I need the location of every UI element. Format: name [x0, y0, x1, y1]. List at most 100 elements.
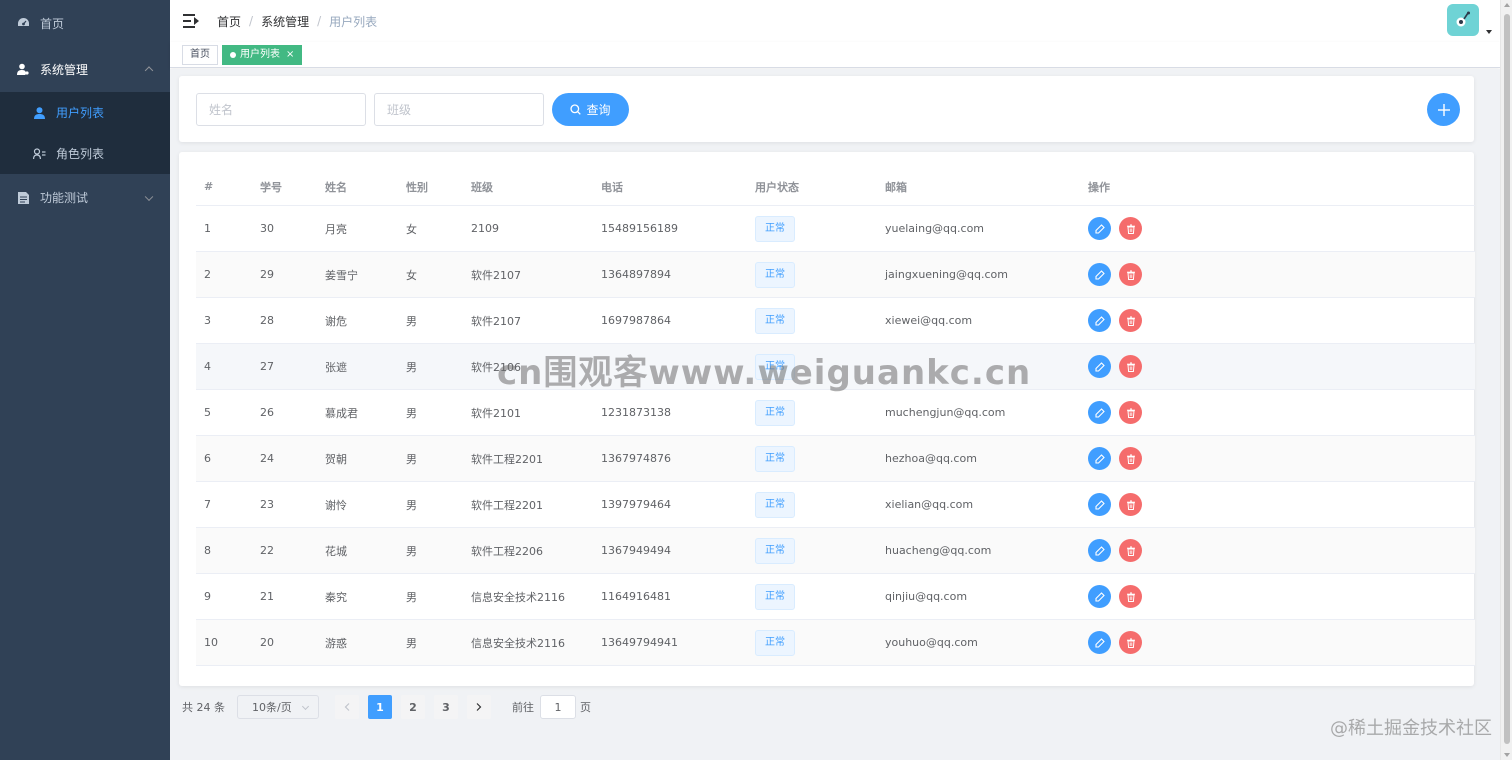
student-name: 慕成君 — [325, 406, 358, 420]
delete-button[interactable] — [1119, 493, 1142, 516]
tags-view: 首页 用户列表 × — [170, 42, 1500, 68]
goto-page-input[interactable] — [540, 695, 576, 719]
main-content: 查询 # 学号 姓名 性别 班级 电话 用户状态 邮箱 操作 130月亮女210… — [170, 69, 1500, 760]
breadcrumb-home[interactable]: 首页 — [217, 13, 241, 30]
class-search-input[interactable] — [374, 93, 544, 126]
scrollbar-thumb[interactable] — [1504, 14, 1510, 744]
edit-button[interactable] — [1088, 539, 1111, 562]
scroll-down-icon[interactable] — [1504, 753, 1510, 757]
phone: 1231873138 — [601, 406, 671, 419]
table-row: 3 28 谢危 男 软件2107 1697987864 正常 xiewei@qq.com — [196, 298, 1475, 344]
status-cell: 正常 — [747, 307, 877, 334]
trash-icon — [1126, 592, 1135, 602]
page-button-2[interactable]: 2 — [401, 695, 425, 719]
caret-down-icon[interactable] — [1486, 30, 1492, 34]
phone: 1367949494 — [601, 544, 671, 557]
delete-button[interactable] — [1119, 447, 1142, 470]
name-search-input[interactable] — [196, 93, 366, 126]
hamburger-icon[interactable] — [183, 14, 199, 28]
query-button[interactable]: 查询 — [552, 93, 629, 126]
prev-page-button[interactable] — [335, 695, 359, 719]
email: jaingxuening@qq.com — [885, 268, 1008, 281]
trash-icon — [1126, 224, 1135, 234]
next-page-button[interactable] — [467, 695, 491, 719]
sidebar-item-label: 功能测试 — [40, 191, 89, 205]
page-scrollbar[interactable] — [1500, 0, 1512, 760]
student-id: 24 — [260, 452, 274, 465]
edit-icon — [1094, 591, 1105, 602]
delete-button[interactable] — [1119, 401, 1142, 424]
edit-button[interactable] — [1088, 355, 1111, 378]
delete-button[interactable] — [1119, 263, 1142, 286]
email: xiewei@qq.com — [885, 314, 973, 327]
tag-user-list[interactable]: 用户列表 × — [222, 44, 303, 65]
edit-button[interactable] — [1088, 217, 1111, 240]
sidebar-item-role-list[interactable]: 角色列表 — [0, 133, 170, 174]
page-button-1[interactable]: 1 — [368, 695, 392, 719]
student-id: 21 — [260, 590, 274, 603]
trash-icon — [1126, 316, 1135, 326]
row-index: 10 — [204, 636, 218, 649]
dashboard-icon — [16, 16, 30, 30]
edit-button[interactable] — [1088, 309, 1111, 332]
role-icon — [32, 147, 46, 161]
student-name: 谢怜 — [325, 498, 347, 512]
edit-button[interactable] — [1088, 493, 1111, 516]
sidebar-item-home[interactable]: 首页 — [0, 0, 170, 46]
breadcrumb-system[interactable]: 系统管理 — [261, 13, 309, 30]
edit-button[interactable] — [1088, 263, 1111, 286]
trash-icon — [1126, 500, 1135, 510]
tag-home[interactable]: 首页 — [182, 44, 218, 65]
avatar[interactable] — [1447, 4, 1479, 36]
search-card: 查询 — [179, 76, 1474, 142]
submenu-system: 用户列表 角色列表 — [0, 92, 170, 174]
scroll-up-icon[interactable] — [1504, 3, 1510, 7]
delete-button[interactable] — [1119, 631, 1142, 654]
tag-label: 首页 — [190, 48, 210, 60]
sidebar-item-label: 用户列表 — [56, 106, 105, 120]
phone: 1364897894 — [601, 268, 671, 281]
edit-icon — [1094, 545, 1105, 556]
actions-cell — [1080, 309, 1220, 332]
email: muchengjun@qq.com — [885, 406, 1006, 419]
add-user-button[interactable] — [1427, 93, 1460, 126]
status-cell: 正常 — [747, 215, 877, 242]
edit-icon — [1094, 269, 1105, 280]
user-dropdown[interactable] — [1447, 4, 1492, 36]
delete-button[interactable] — [1119, 539, 1142, 562]
page-size-select[interactable]: 10条/页 — [237, 695, 319, 719]
table-row: 5 26 慕成君 男 软件2101 1231873138 正常 muchengjun@qq.c… — [196, 390, 1475, 436]
plus-icon — [1437, 103, 1450, 116]
edit-button[interactable] — [1088, 401, 1111, 424]
actions-cell — [1080, 585, 1220, 608]
document-icon — [16, 191, 30, 205]
table-row: 7 23 谢怜 男 软件工程2201 1397979464 正常 xielian@qq.com — [196, 482, 1475, 528]
actions-cell — [1080, 631, 1220, 654]
sidebar-item-system[interactable]: 系统管理 — [0, 46, 170, 92]
gender: 男 — [406, 498, 417, 512]
edit-icon — [1094, 499, 1105, 510]
goto-page: 前往 页 — [512, 695, 591, 719]
status-badge: 正常 — [755, 353, 795, 380]
edit-button[interactable] — [1088, 585, 1111, 608]
edit-button[interactable] — [1088, 447, 1111, 470]
row-index: 4 — [204, 360, 211, 373]
email: xielian@qq.com — [885, 498, 974, 511]
gender: 男 — [406, 360, 417, 374]
page-button-3[interactable]: 3 — [434, 695, 458, 719]
sidebar-item-function-test[interactable]: 功能测试 — [0, 174, 170, 221]
delete-button[interactable] — [1119, 585, 1142, 608]
close-icon[interactable]: × — [286, 46, 294, 64]
delete-button[interactable] — [1119, 355, 1142, 378]
chevron-down-icon — [144, 192, 154, 201]
edit-button[interactable] — [1088, 631, 1111, 654]
student-name: 月亮 — [325, 222, 347, 236]
student-name: 秦究 — [325, 590, 347, 604]
delete-button[interactable] — [1119, 309, 1142, 332]
table-row: 8 22 花城 男 软件工程2206 1367949494 正常 huacheng@qq.co… — [196, 528, 1475, 574]
delete-button[interactable] — [1119, 217, 1142, 240]
column-header: # — [204, 180, 214, 193]
sidebar-item-user-list[interactable]: 用户列表 — [0, 92, 170, 133]
class-name: 软件2107 — [471, 268, 521, 282]
status-badge: 正常 — [755, 261, 795, 288]
